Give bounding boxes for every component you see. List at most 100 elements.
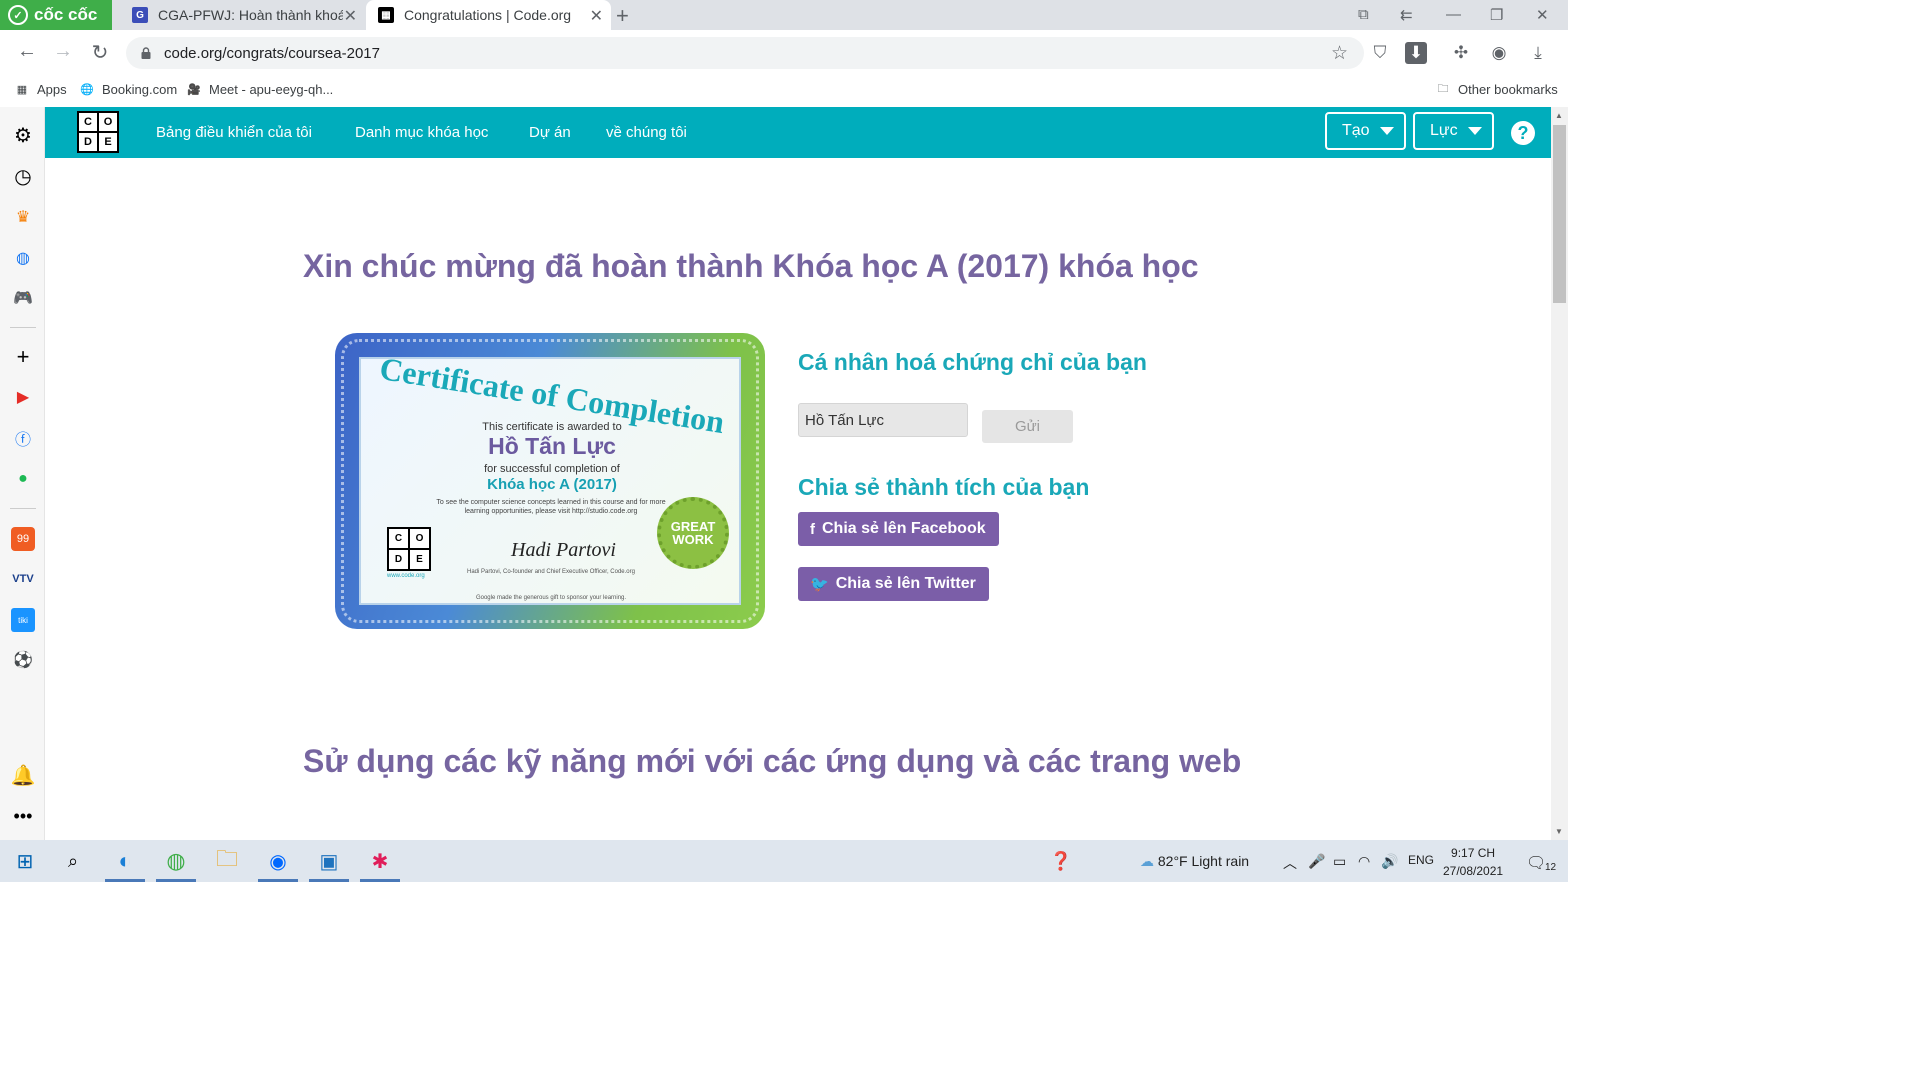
active-indicator [156,879,196,882]
nav-about-us[interactable]: về chúng tôi [606,124,687,141]
zoom-icon[interactable]: ▣ [316,848,342,874]
scrollbar-thumb[interactable] [1553,125,1566,303]
wifi-icon[interactable]: ◠ [1358,853,1370,870]
more-options-icon[interactable]: ••• [11,804,35,828]
history-icon[interactable]: ◷ [11,164,35,188]
new-tab-button[interactable]: + [616,3,629,29]
certificate-logo-url: www.code.org [387,573,425,579]
certificate-signature-caption: Hadi Partovi, Co-founder and Chief Execu… [467,569,635,575]
nav-course-catalog[interactable]: Danh mục khóa học [355,124,488,141]
game-controller-icon[interactable]: 🎮 [11,286,35,310]
share-twitter-button[interactable]: 🐦 Chia sẻ lên Twitter [798,567,989,601]
facebook-icon: f [810,520,815,538]
scroll-down-icon[interactable]: ▼ [1555,827,1563,836]
user-name-label: Lực [1430,122,1458,139]
settings-gear-icon[interactable]: ⚙ [11,123,35,147]
page-scrollbar[interactable]: ▲ ▼ [1551,107,1568,840]
logo-letter: O [99,113,117,131]
download-manager-icon[interactable]: ⬇ [1405,42,1427,64]
certificate-name-input[interactable] [798,403,968,437]
logo-letter: D [389,550,408,569]
search-tabs-icon[interactable]: ⧉ [1358,6,1369,23]
logo-letter: E [99,133,117,151]
logo-letter: D [79,133,97,151]
notification-center-icon[interactable]: 🗨 [1526,853,1546,873]
windows-taskbar: ⊞ ⌕ ◐ ◍ 🗀 ◉ ▣ ✱ ❓ ☁ 82°F Light rain ︿ 🎤 … [0,840,1568,882]
football-icon[interactable]: ⚽ [11,648,35,672]
tab-back-icon[interactable]: ⇇ [1400,6,1413,24]
vtv-icon[interactable]: VTV [11,567,35,591]
file-explorer-icon[interactable]: 🗀 [214,846,240,874]
clock-date: 27/08/2021 [1443,864,1504,878]
submit-button[interactable]: Gửi [982,410,1073,443]
certificate-course-name: Khóa học A (2017) [487,476,617,493]
add-icon[interactable]: + [11,344,35,369]
extensions-icon[interactable]: ✣ [1450,42,1472,64]
browser-sidebar: ⚙ ◷ ♛ ◍ 🎮 + ▶ ⓕ ● 99 VTV tiki ⚽ 🔔 ••• [0,107,45,840]
facebook-icon[interactable]: ⓕ [11,426,35,450]
tab-congratulations[interactable]: ▦ Congratulations | Code.org ✕ [366,0,611,30]
help-tray-icon[interactable]: ❓ [1048,848,1074,874]
microphone-icon[interactable]: 🎤 [1308,853,1325,870]
nav-projects[interactable]: Dự án [529,124,571,141]
create-dropdown-button[interactable]: Tạo [1325,112,1406,150]
spotify-icon[interactable]: ● [11,467,35,491]
share-twitter-label: Chia sẻ lên Twitter [835,575,976,592]
search-icon[interactable]: ⌕ [60,848,86,874]
bookmark-booking[interactable]: 🌐 Booking.com [80,82,177,97]
share-heading: Chia sẻ thành tích của bạn [798,474,1090,500]
forward-button[interactable]: → [50,40,76,63]
language-indicator[interactable]: ENG [1408,853,1434,867]
user-menu-button[interactable]: Lực [1413,112,1494,150]
system-clock[interactable]: 9:17 CH 27/08/2021 [1443,844,1503,880]
messenger-icon[interactable]: ◍ [11,246,35,270]
bookmark-apps[interactable]: ▦ Apps [15,82,67,97]
bookmark-star-icon[interactable]: ☆ [1331,42,1348,65]
zalo-icon[interactable]: ◉ [265,848,291,874]
volume-icon[interactable]: 🔊 [1381,853,1398,870]
show-hidden-icons[interactable]: ︿ [1283,853,1297,873]
edge-icon[interactable]: ◐ [112,848,138,874]
address-bar[interactable]: code.org/congrats/coursea-2017 ☆ [126,37,1364,69]
bookmark-meet[interactable]: 🎥 Meet - apu-eeyg-qh... [187,82,333,97]
active-indicator [360,879,400,882]
restore-button[interactable]: ❐ [1490,6,1503,24]
minimize-button[interactable]: — [1446,6,1461,23]
slack-icon[interactable]: ✱ [367,848,393,874]
main-content: Xin chúc mừng đã hoàn thành Khóa học A (… [45,158,1551,840]
reload-button[interactable]: ↻ [87,40,113,65]
tiki-icon[interactable]: tiki [11,608,35,632]
battery-icon[interactable]: ▭ [1333,853,1346,870]
profile-icon[interactable]: ◉ [1488,42,1510,64]
downloads-icon[interactable]: ⤓ [1527,42,1549,64]
bookmark-other[interactable]: 🗀 Other bookmarks [1436,82,1558,97]
crown-icon[interactable]: ♛ [11,205,35,229]
share-facebook-label: Chia sẻ lên Facebook [822,520,986,537]
help-icon[interactable]: ? [1511,121,1535,145]
shopping-99-icon[interactable]: 99 [11,527,35,551]
bookmarks-bar: ▦ Apps 🌐 Booking.com 🎥 Meet - apu-eeyg-q… [0,76,1568,104]
weather-widget[interactable]: ☁ 82°F Light rain [1140,853,1249,870]
close-window-button[interactable]: ✕ [1536,6,1549,24]
great-work-badge-icon: GREAT WORK [657,497,729,569]
congrats-title: Xin chúc mừng đã hoàn thành Khóa học A (… [303,248,1199,284]
windows-start-icon[interactable]: ⊞ [12,848,38,874]
share-facebook-button[interactable]: f Chia sẻ lên Facebook [798,512,999,546]
weather-text: 82°F Light rain [1157,853,1250,869]
back-button[interactable]: ← [14,40,40,63]
coccoc-taskbar-icon[interactable]: ◍ [163,848,189,874]
notification-count-badge: 12 [1545,862,1557,873]
shield-icon[interactable]: ⛉ [1369,42,1391,64]
create-label: Tạo [1342,122,1370,139]
close-tab-icon[interactable]: ✕ [344,6,357,26]
bookmark-label: Booking.com [102,82,178,97]
coccoc-menu-button[interactable]: ✓ cốc cốc [0,0,112,30]
notification-bell-icon[interactable]: 🔔 [11,763,36,787]
scroll-up-icon[interactable]: ▲ [1555,111,1563,120]
close-tab-icon[interactable]: ✕ [590,6,603,26]
nav-dashboard[interactable]: Bảng điều khiển của tôi [156,124,312,141]
tab-cga[interactable]: G CGA-PFWJ: Hoàn thành khoá ✕ [120,0,365,30]
section-title-new-skills: Sử dụng các kỹ năng mới với các ứng dụng… [303,743,1242,779]
youtube-icon[interactable]: ▶ [11,385,35,409]
codeorg-logo[interactable]: C O D E [77,111,119,153]
